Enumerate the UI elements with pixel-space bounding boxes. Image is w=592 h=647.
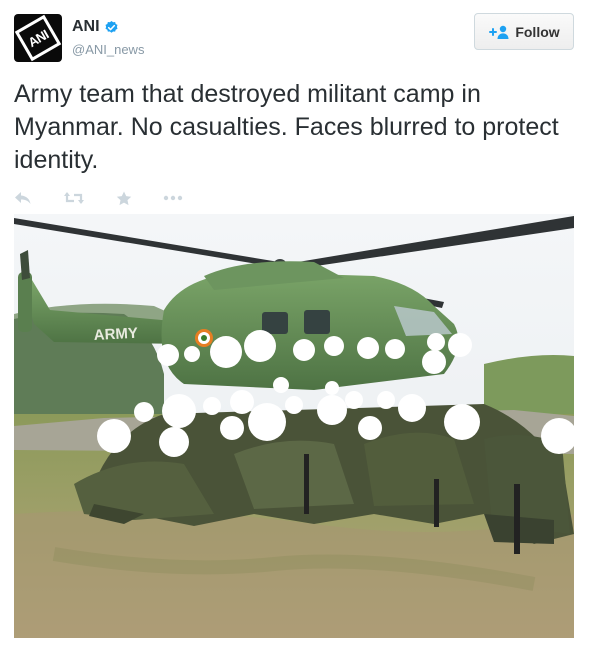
avatar[interactable]: ANI — [14, 14, 62, 62]
favorite-icon — [116, 191, 132, 205]
tweet-actions — [14, 188, 214, 208]
photo-illustration: ARMY — [14, 214, 574, 638]
retweet-button[interactable] — [63, 191, 85, 205]
tweet-text: Army team that destroyed militant camp i… — [14, 80, 559, 174]
favorite-button[interactable] — [116, 191, 132, 206]
helicopter-marking: ARMY — [93, 325, 138, 344]
follow-button-label: Follow — [515, 23, 560, 40]
reply-button[interactable] — [14, 191, 32, 205]
display-name[interactable]: ANI — [72, 18, 100, 36]
reply-icon — [15, 192, 31, 204]
user-name-row: ANI — [72, 18, 119, 36]
more-button[interactable] — [163, 195, 183, 201]
user-handle[interactable]: @ANI_news — [72, 42, 144, 57]
avatar-logo: ANI — [14, 14, 62, 62]
tweet-photo[interactable]: ARMY — [14, 214, 574, 638]
more-icon — [163, 195, 183, 201]
add-user-icon — [489, 25, 509, 39]
avatar-logo-text: ANI — [25, 26, 51, 50]
retweet-icon — [64, 192, 84, 204]
verified-badge-icon — [105, 20, 118, 33]
follow-button[interactable]: Follow — [474, 13, 574, 50]
